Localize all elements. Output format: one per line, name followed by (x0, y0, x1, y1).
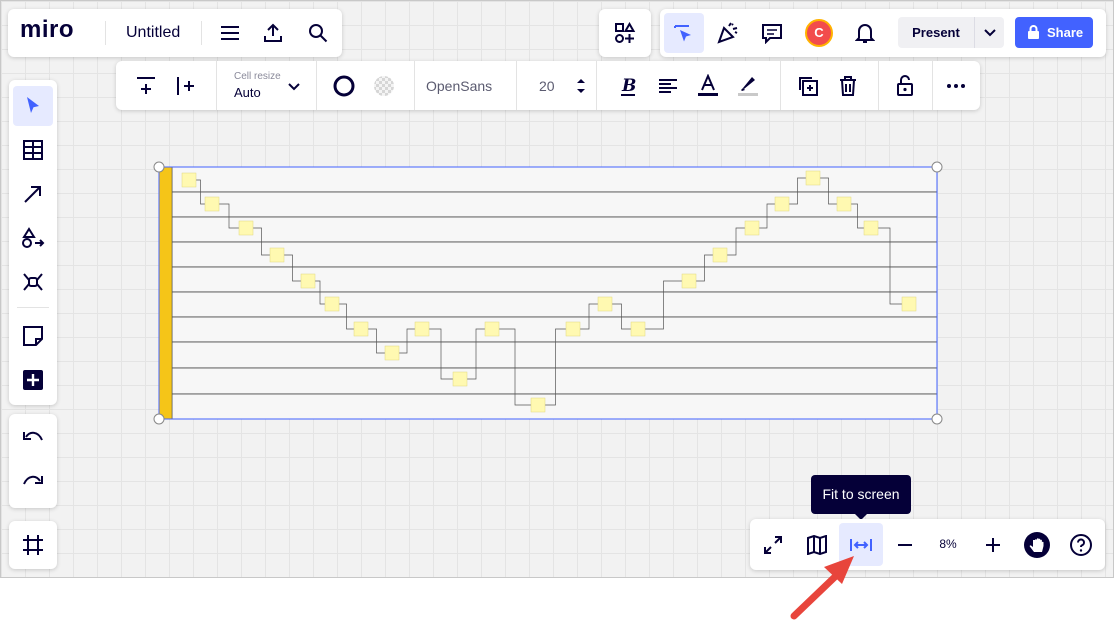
sticky-note[interactable] (901, 296, 917, 312)
hand-icon[interactable] (1022, 530, 1052, 560)
swimlane-row (171, 341, 938, 369)
resize-handle[interactable] (153, 413, 165, 425)
sticky-note[interactable] (681, 273, 697, 289)
swimlane-row (171, 393, 938, 420)
sticky-note[interactable] (269, 247, 285, 263)
sticky-note[interactable] (836, 196, 852, 212)
sticky-note[interactable] (597, 296, 613, 312)
swimlane-row (171, 266, 938, 293)
resize-handle[interactable] (153, 161, 165, 173)
sticky-note[interactable] (414, 321, 430, 337)
sticky-note[interactable] (712, 247, 728, 263)
sticky-note[interactable] (204, 196, 220, 212)
sticky-note[interactable] (805, 170, 821, 186)
sticky-note[interactable] (300, 273, 316, 289)
sticky-note[interactable] (863, 220, 879, 236)
sticky-note[interactable] (565, 321, 581, 337)
sticky-note[interactable] (452, 371, 468, 387)
annotation-arrow (790, 556, 854, 620)
sticky-note[interactable] (774, 196, 790, 212)
plus-icon[interactable] (978, 530, 1008, 560)
sticky-note[interactable] (353, 321, 369, 337)
sticky-note[interactable] (324, 296, 340, 312)
swimlane-row (171, 166, 938, 193)
sticky-note[interactable] (384, 345, 400, 361)
sticky-note[interactable] (181, 172, 197, 188)
sticky-note[interactable] (530, 397, 546, 413)
swimlane-row (171, 241, 938, 268)
sticky-note[interactable] (484, 321, 500, 337)
swimlane-row (171, 316, 938, 343)
swimlane-row (171, 367, 938, 395)
sticky-note[interactable] (238, 220, 254, 236)
minus-icon[interactable] (890, 530, 920, 560)
swimlane-row (171, 191, 938, 218)
resize-handle[interactable] (931, 161, 943, 173)
diagram-canvas[interactable] (0, 0, 1114, 578)
resize-handle[interactable] (931, 413, 943, 425)
row-header-column (158, 166, 173, 420)
swimlane-row (171, 216, 938, 243)
help-icon[interactable] (1066, 530, 1096, 560)
fit-to-screen-tooltip: Fit to screen (811, 475, 911, 520)
zoom-level[interactable]: 8% (928, 537, 968, 551)
sticky-note[interactable] (630, 321, 646, 337)
swimlane-row (171, 291, 938, 318)
sticky-note[interactable] (744, 220, 760, 236)
